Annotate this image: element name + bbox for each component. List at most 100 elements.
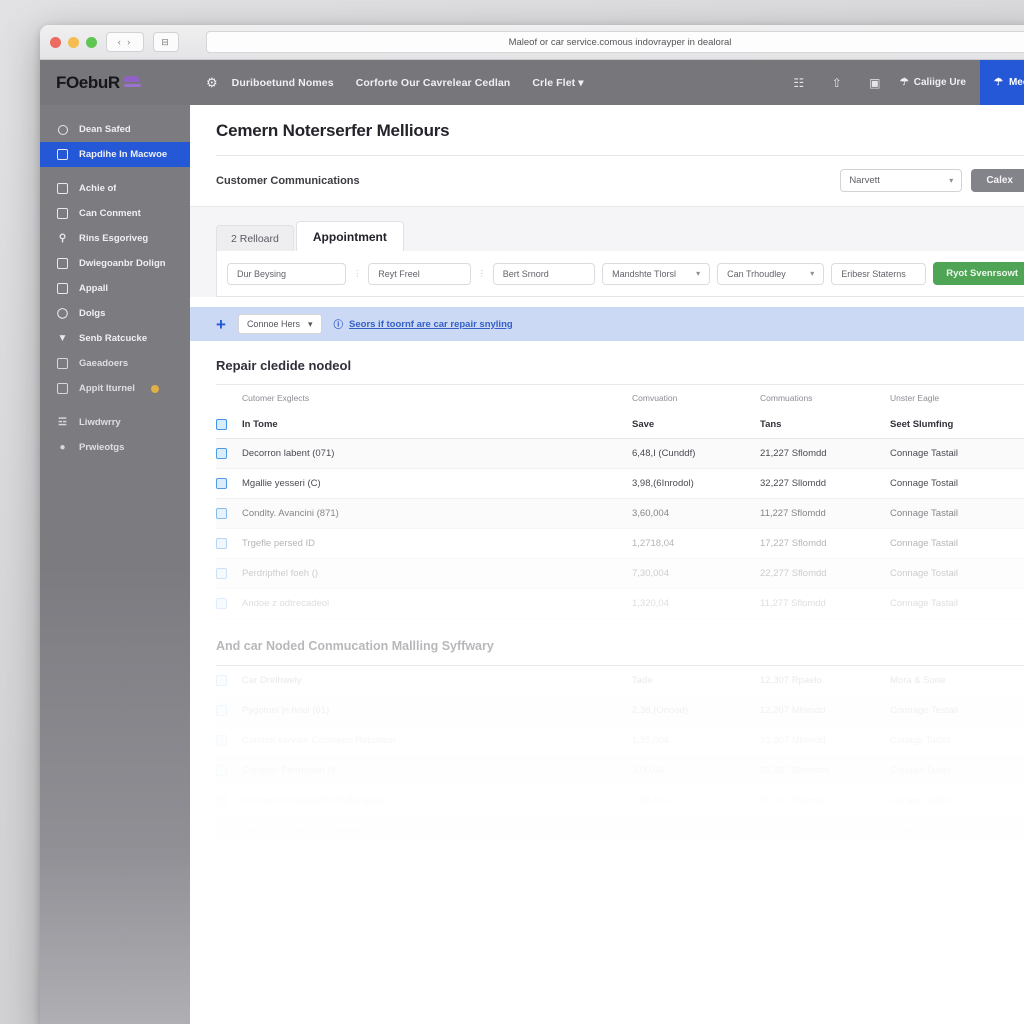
- maximize-window-button[interactable]: [86, 36, 97, 48]
- row-checkbox-cell[interactable]: [216, 705, 242, 716]
- address-bar[interactable]: Maleof or car service.comous indovrayper…: [206, 31, 1024, 53]
- connection-select[interactable]: Connoe Hers ▾: [237, 314, 322, 334]
- checkbox-icon[interactable]: [216, 598, 227, 609]
- table-row[interactable]: Immooerit Coeslnehill Ruflengelos 1,38,0…: [216, 786, 1024, 816]
- table-row[interactable]: Pygotnel jn hool (01) 2,38,(Onood) 12,20…: [216, 696, 1024, 726]
- user-menu[interactable]: ☂ Caliige Ure: [900, 77, 966, 88]
- row-chevron-down-icon[interactable]: ▾: [1018, 479, 1024, 488]
- sidebar-item-3[interactable]: Can Conment: [40, 201, 190, 226]
- row-chevron-down-icon[interactable]: ▾: [1018, 736, 1024, 745]
- checkbox-icon[interactable]: [216, 538, 227, 549]
- select-all-checkbox-cell[interactable]: [216, 419, 242, 430]
- filter-select-5[interactable]: Can Trhoudley ▾: [717, 262, 825, 285]
- row-checkbox-cell[interactable]: [216, 538, 242, 549]
- row-chevron-down-icon[interactable]: ▾: [1018, 796, 1024, 805]
- checkbox-icon[interactable]: [216, 705, 227, 716]
- row-chevron-down-icon[interactable]: ▾: [1018, 706, 1024, 715]
- row-checkbox-cell[interactable]: [216, 448, 242, 459]
- row-chevron-down-icon[interactable]: ▾: [1018, 509, 1024, 518]
- table-row[interactable]: Renlom Conemuanorgng Inguinoe hoe. Tevmo…: [216, 846, 1024, 876]
- row-chevron-down-icon[interactable]: ▾: [1018, 676, 1024, 685]
- row-checkbox-cell[interactable]: [216, 508, 242, 519]
- row-checkbox-cell[interactable]: [216, 825, 242, 836]
- row-checkbox-cell[interactable]: [216, 855, 242, 866]
- filter-input-1[interactable]: Dur Beysing: [227, 262, 347, 285]
- topnav-link-2[interactable]: Corforte Our Cavrelear Cedlan: [356, 77, 511, 89]
- row-chevron-down-icon[interactable]: ▾: [1018, 856, 1024, 865]
- row-checkbox-cell[interactable]: [216, 675, 242, 686]
- table-row[interactable]: Trgefle persed ID 1,2718,04 17,227 Sflom…: [216, 529, 1024, 559]
- table-row[interactable]: Condlty. Avancini (871) 3,60,004 11,227 …: [216, 499, 1024, 529]
- sidebar-item-5[interactable]: Dwiegoanbr Dolign: [40, 251, 190, 276]
- tab-dashboard[interactable]: 2 Relloard: [216, 225, 294, 251]
- table-row[interactable]: Car Drelhwely Tade 12,307 Rpaelo Mora & …: [216, 666, 1024, 696]
- checkbox-icon[interactable]: [216, 855, 227, 866]
- sidebar-item-6[interactable]: Appall: [40, 276, 190, 301]
- table-row[interactable]: Andoe z odtrecadeol 1,320,04 11,277 Sflo…: [216, 589, 1024, 619]
- row-chevron-down-icon[interactable]: ▾: [1018, 539, 1024, 548]
- grid-icon[interactable]: ☷: [788, 75, 810, 91]
- checkbox-icon[interactable]: [216, 885, 227, 896]
- minimize-window-button[interactable]: [68, 36, 79, 48]
- table-row[interactable]: Coroeon Petrmolan (l) 3,00,04 31,307 Slh…: [216, 756, 1024, 786]
- filter-input-6[interactable]: Eribesr Staterns: [831, 262, 927, 285]
- sidebar-item-7[interactable]: ◯ Dolgs: [40, 301, 190, 326]
- app-logo[interactable]: FOebuR: [56, 73, 196, 93]
- upload-icon[interactable]: ⇧: [826, 75, 848, 91]
- sidebar-item-0[interactable]: Dean Safed: [40, 117, 190, 142]
- checkbox-icon[interactable]: [216, 765, 227, 776]
- table-row[interactable]: Decorron labent (071) 6,48,I (Cunddf) 21…: [216, 439, 1024, 469]
- filter-input-2[interactable]: Reyt Freel: [368, 262, 471, 285]
- table-row[interactable]: Rnoe Forlgs 1,20,04 31,37 Mlomdd Conage …: [216, 876, 1024, 906]
- sort-select[interactable]: Narvett ▾: [840, 169, 963, 192]
- window-controls[interactable]: [50, 36, 97, 48]
- filter-submit-button[interactable]: Ryot Svenrsowt: [933, 262, 1024, 285]
- sidebar-item-1[interactable]: Rapdihe In Macwoe: [40, 142, 197, 167]
- checkbox-icon[interactable]: [216, 675, 227, 686]
- checkbox-icon[interactable]: [216, 825, 227, 836]
- row-chevron-down-icon[interactable]: ▾: [1018, 766, 1024, 775]
- row-checkbox-cell[interactable]: [216, 765, 242, 776]
- row-chevron-down-icon[interactable]: ▾: [1018, 826, 1024, 835]
- checkbox-icon[interactable]: [216, 419, 227, 430]
- row-checkbox-cell[interactable]: [216, 478, 242, 489]
- tab-overview-button[interactable]: ⊟: [153, 32, 179, 52]
- row-chevron-down-icon[interactable]: ▾: [1018, 569, 1024, 578]
- sidebar-footer-item-1[interactable]: ● Prwieotgs: [40, 435, 190, 460]
- primary-cta-button[interactable]: ☂ Meou: [980, 60, 1024, 105]
- row-checkbox-cell[interactable]: [216, 568, 242, 579]
- sidebar-item-8[interactable]: ▼ Senb Ratcucke: [40, 326, 190, 351]
- tab-appointment[interactable]: Appointment: [295, 221, 404, 251]
- row-checkbox-cell[interactable]: [216, 885, 242, 896]
- table-row[interactable]: Annnotion Conmuncy Mollfalling 1,35,024 …: [216, 816, 1024, 846]
- plus-icon[interactable]: +: [216, 316, 226, 333]
- sidebar-footer-item-0[interactable]: ☲ Liwdwrry: [40, 410, 190, 435]
- sidebar-item-9[interactable]: Gaeadoers: [40, 351, 190, 376]
- sidebar-item-10[interactable]: Appit Iturnel: [40, 376, 190, 401]
- row-checkbox-cell[interactable]: [216, 735, 242, 746]
- sidebar-item-4[interactable]: ⚲ Rins Esgoriveg: [40, 226, 190, 251]
- checkbox-icon[interactable]: [216, 478, 227, 489]
- row-chevron-down-icon[interactable]: ▾: [1018, 449, 1024, 458]
- checkbox-icon[interactable]: [216, 448, 227, 459]
- gear-icon[interactable]: ⚙: [206, 75, 218, 91]
- row-chevron-down-icon[interactable]: ▾: [1018, 886, 1024, 895]
- back-forward-button[interactable]: ‹ ›: [106, 32, 144, 52]
- row-checkbox-cell[interactable]: [216, 598, 242, 609]
- topnav-link-3[interactable]: Crle Flet ▾: [532, 77, 583, 89]
- topnav-link-1[interactable]: Duriboetund Nomes: [232, 77, 334, 89]
- close-window-button[interactable]: [50, 36, 61, 48]
- table-row[interactable]: Mgallie yesseri (C) 3,98,(6Inrodol) 32,2…: [216, 469, 1024, 499]
- row-chevron-down-icon[interactable]: ▾: [1018, 599, 1024, 608]
- row-checkbox-cell[interactable]: [216, 795, 242, 806]
- info-note[interactable]: ⓘ Seors if toornf are car repair snyling: [334, 317, 513, 332]
- sidebar-item-2[interactable]: Achie of: [40, 176, 190, 201]
- filter-input-3[interactable]: Bert Srnord: [492, 262, 596, 285]
- page-action-button[interactable]: Calex: [971, 169, 1024, 192]
- checkbox-icon[interactable]: [216, 508, 227, 519]
- table-row[interactable]: Conmot sarvam Conmeon Repoitlon 1,35,004…: [216, 726, 1024, 756]
- table-row[interactable]: Perdripfhel foeh () 7,30,004 22,277 Sflo…: [216, 559, 1024, 589]
- checkbox-icon[interactable]: [216, 735, 227, 746]
- filter-select-4[interactable]: Mandshte Tlorsl ▾: [602, 262, 711, 285]
- checkbox-icon[interactable]: [216, 568, 227, 579]
